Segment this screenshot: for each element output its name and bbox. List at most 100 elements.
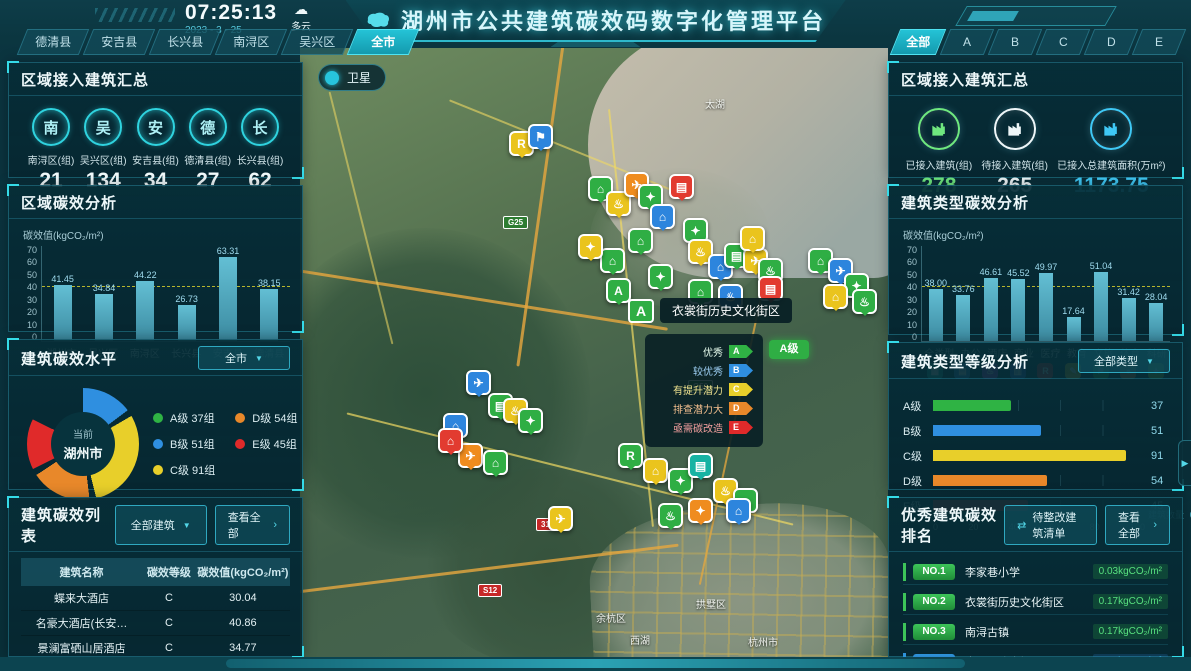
marker-glyph: ⌂: [735, 504, 742, 518]
map-marker[interactable]: ⌂: [740, 226, 765, 251]
right-edge-expand-handle[interactable]: ▶: [1178, 440, 1191, 486]
map-canvas[interactable]: 卫星 R⚑⌂♨✈✦⌂▤✦⌂♨⌂▤✈♨⌂✦✦⌂♨⌂▤⌂✈✦⌂♨✈⌂▤♨✈⌂⌂✦R⌂…: [300, 48, 888, 657]
huzhou-map-icon: [365, 11, 391, 29]
map-marker[interactable]: ⌂: [650, 204, 675, 229]
bar-value: 28.04: [1145, 292, 1168, 302]
map-marker[interactable]: R: [618, 443, 643, 468]
bar: [178, 305, 196, 341]
marker-glyph: R: [626, 449, 635, 463]
map-marker[interactable]: ⌂: [628, 228, 653, 253]
marker-pin-tip: [651, 480, 661, 490]
ranking-row[interactable]: NO.3南浔古镇0.17kgCO₂/m²: [903, 619, 1168, 645]
panel-title: 建筑类型等级分析: [901, 351, 1029, 372]
building-filter-dropdown[interactable]: 全部建筑▼: [115, 505, 207, 545]
y-tick: 60: [21, 258, 37, 267]
table-cell: 景澜富硒山居酒店: [21, 640, 142, 656]
marker-glyph: ✈: [465, 449, 475, 463]
region-tab-全市[interactable]: 全市: [347, 29, 420, 55]
table-row[interactable]: 蝶来大酒店C30.04: [21, 586, 290, 611]
grade-tab-A[interactable]: A: [940, 29, 995, 55]
map-marker[interactable]: ▤: [669, 174, 694, 199]
tab-label: 全市: [371, 33, 395, 50]
region-tab-安吉县[interactable]: 安吉县: [83, 29, 156, 55]
table-cell: C: [142, 642, 196, 654]
legend-label: C级 91组: [170, 462, 215, 478]
legend-row-label: 排查潜力大: [673, 401, 723, 416]
legend-row-label: 有提升潜力: [673, 382, 723, 397]
panel-excellent-ranking: 优秀建筑碳效排名 ⇄待整改建筑清单 查看全部› NO.1李家巷小学0.03kgC…: [888, 497, 1183, 657]
table-cell: C: [142, 617, 196, 629]
type-filter-dropdown[interactable]: 全部类型▼: [1078, 349, 1170, 373]
map-marker[interactable]: ⚑: [528, 124, 553, 149]
map-marker[interactable]: ✦: [648, 264, 673, 289]
map-marker[interactable]: ♨: [658, 503, 683, 528]
table-row[interactable]: 名豪大酒店(长安…C40.86: [21, 611, 290, 636]
panel-building-carbon-list: 建筑碳效列表 全部建筑▼ 查看全部› 建筑名称碳效等级碳效值(kgCO₂/m²)…: [8, 497, 303, 657]
map-marker[interactable]: ✦: [578, 234, 603, 259]
map-marker[interactable]: ✈: [466, 370, 491, 395]
chevron-right-icon: ›: [273, 519, 277, 531]
legend-item: A级 37组: [153, 410, 215, 426]
chevron-down-icon: ▼: [255, 354, 263, 363]
bar-value: 31.42: [1117, 287, 1140, 297]
map-marker[interactable]: ✈: [548, 506, 573, 531]
map-marker[interactable]: ▤: [688, 453, 713, 478]
grade-tab-B[interactable]: B: [988, 29, 1043, 55]
grade-tab-E[interactable]: E: [1132, 29, 1187, 55]
region-tab-吴兴区[interactable]: 吴兴区: [281, 29, 354, 55]
view-all-button[interactable]: 查看全部›: [215, 505, 290, 545]
map-place-label: 拱墅区: [696, 596, 726, 611]
map-marker[interactable]: ⌂: [726, 498, 751, 523]
ranking-row[interactable]: NO.1李家巷小学0.03kgCO₂/m²: [903, 559, 1168, 585]
map-marker[interactable]: ⌂: [483, 450, 508, 475]
grade-tab-C[interactable]: C: [1036, 29, 1091, 55]
marker-pin-tip: [614, 213, 624, 223]
rank-building-name: 南浔古镇: [965, 624, 1093, 640]
header-deco-notch: [551, 42, 641, 47]
marker-glyph: ⌂: [637, 234, 644, 248]
region-tab-长兴县[interactable]: 长兴县: [149, 29, 222, 55]
map-marker[interactable]: ⌂: [600, 248, 625, 273]
region-tab-德清县[interactable]: 德清县: [17, 29, 90, 55]
grade-tab-D[interactable]: D: [1084, 29, 1139, 55]
legend-grade-tag: C: [729, 383, 753, 396]
bar: [956, 295, 970, 341]
marker-glyph: ✦: [525, 414, 535, 428]
hbar-value: 91: [1151, 450, 1163, 462]
tab-label: B: [1011, 35, 1019, 49]
legend-label: E级 45组: [252, 436, 297, 452]
legend-row-label: 亟需碳改造: [673, 420, 723, 435]
tab-label: C: [1059, 35, 1068, 49]
view-all-button[interactable]: 查看全部›: [1105, 505, 1170, 545]
marker-glyph: ⌂: [697, 285, 704, 299]
rank-carbon-value: 0.03kgCO₂/m²: [1093, 564, 1168, 579]
map-marker[interactable]: ✦: [688, 498, 713, 523]
panel-type-grade-analysis: 建筑类型等级分析 全部类型▼ A级37B级51C级91D级54E级4502040…: [888, 342, 1183, 490]
map-marker[interactable]: ⌂: [823, 284, 848, 309]
region-tab-南浔区[interactable]: 南浔区: [215, 29, 288, 55]
level-scope-dropdown[interactable]: 全市▼: [198, 346, 290, 370]
legend-dot: [235, 439, 245, 449]
map-marker[interactable]: ✦: [518, 408, 543, 433]
y-axis: 706050403020100: [901, 246, 921, 342]
map-marker[interactable]: ⌂: [438, 428, 463, 453]
ranking-row[interactable]: NO.2衣裳街历史文化街区0.17kgCO₂/m²: [903, 589, 1168, 615]
marker-pin-tip: [474, 392, 484, 402]
panel-building-type-analysis: 建筑类型碳效分析 碳效值(kgCO₂/m²) 70605040302010038…: [888, 185, 1183, 335]
marker-glyph: ✦: [690, 224, 700, 238]
bar-value: 41.45: [51, 274, 74, 284]
chart-area: 70605040302010041.4534.8444.2226.7363.31…: [21, 246, 290, 342]
tab-label: E: [1155, 35, 1163, 49]
region-stat: 安安吉县(组)34: [130, 108, 182, 193]
bar-column: 63.31: [217, 246, 240, 341]
map-marker[interactable]: ♨: [852, 289, 877, 314]
hbar-value: 51: [1151, 425, 1163, 437]
bar: [219, 257, 237, 341]
satellite-layer-toggle[interactable]: 卫星: [318, 64, 386, 91]
rectify-list-button[interactable]: ⇄待整改建筑清单: [1004, 505, 1097, 545]
hbar-grade-label: D级: [903, 473, 933, 489]
map-marker[interactable]: ⌂: [643, 458, 668, 483]
hbar-grade-label: C级: [903, 448, 933, 464]
marker-glyph: ✦: [585, 240, 595, 254]
grade-tab-全部[interactable]: 全部: [890, 29, 947, 55]
